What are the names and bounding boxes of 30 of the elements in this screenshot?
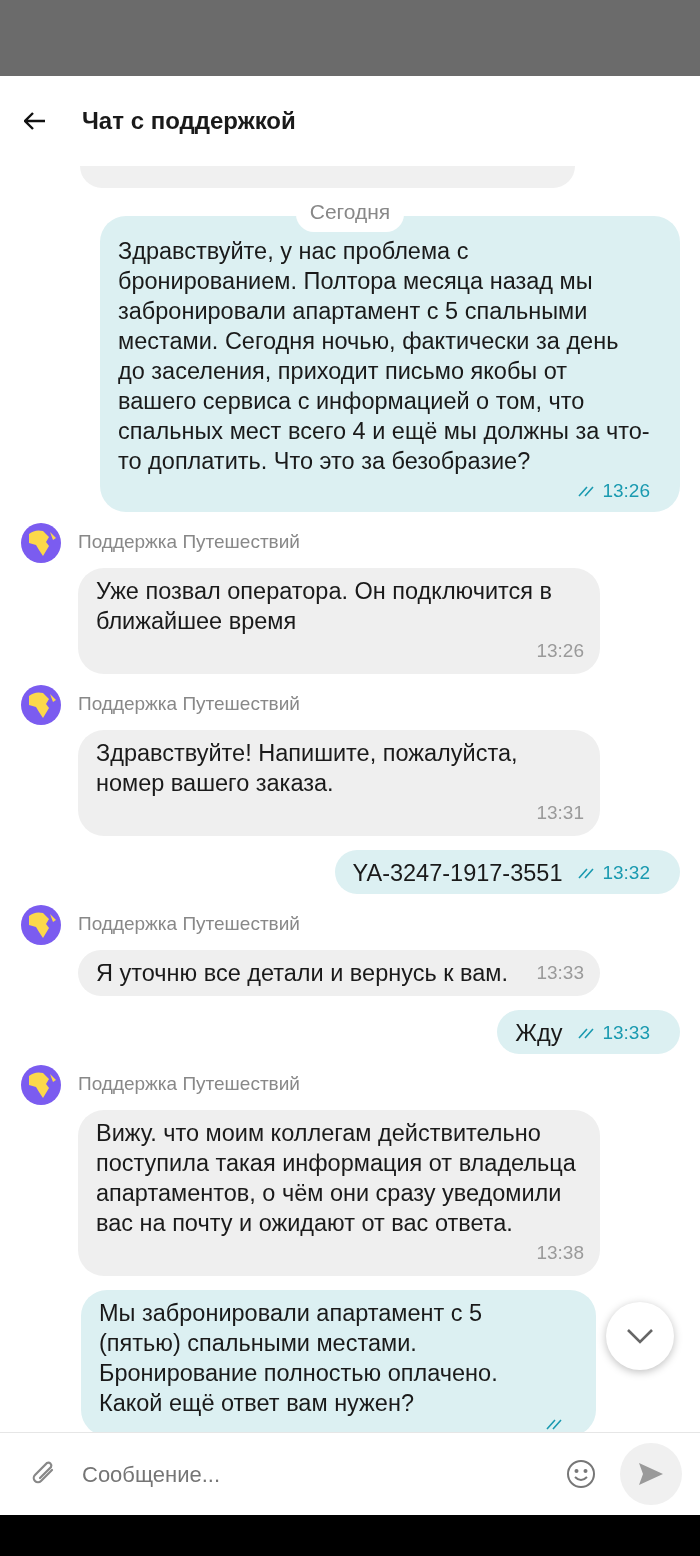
message-time: 13:31 [536, 801, 584, 823]
message-time: 13:26 [602, 478, 650, 503]
message-field[interactable]: Сообщение... [80, 1456, 566, 1492]
globe-icon [20, 903, 62, 946]
message-time: 13:33 [602, 1020, 650, 1045]
message-text: Уже позвал оператора. Он подключится в ближайшее время [96, 576, 554, 636]
scroll-down-button[interactable] [606, 1302, 674, 1370]
chat-title: Чат с поддержкой [82, 106, 296, 136]
message-time: 13:26 [536, 639, 584, 661]
message-time: 13:32 [602, 860, 650, 885]
message-text: Вижу. что моим коллегам действительно поступила такая информация от владельца апартаментов, о чём они сразу уведомили вас на почту и ожидают от вас ответа. [96, 1118, 577, 1238]
message-time: 13:38 [536, 1241, 584, 1263]
globe-icon [20, 683, 62, 726]
back-icon[interactable] [24, 112, 46, 130]
message-time: 13:33 [536, 961, 584, 983]
message-text: Мы забронировали апартамент с 5 (пятью) спальными местами. Бронирование полностью оплачено. Какой ещё ответ вам нужен? [99, 1298, 499, 1418]
message-text: Я уточню все детали и вернусь к вам. [96, 958, 508, 988]
message-text: Здравствуйте! Напишите, пожалуйста, номер вашего заказа. [96, 738, 519, 798]
message-text: Здравствуйте, у нас проблема с бронированием. Полтора месяца назад мы забронировали апартамент с 5 спальными местами. Сегодня ночью, фактически за день до заселения, приходит письмо якобы от вашего сервиса с информацией о том, что спальных мест всего 4 и ещё мы должны за что-то доплатить. Что это за безобразие? [118, 236, 650, 476]
sender-name: Поддержка Путешествий [78, 912, 300, 937]
sender-name: Поддержка Путешествий [78, 1072, 300, 1097]
sender-name: Поддержка Путешествий [78, 692, 300, 717]
chevron-down-icon [626, 1328, 654, 1344]
send-icon [638, 1462, 664, 1486]
emoji-icon[interactable] [566, 1459, 596, 1489]
message-text: YA-3247-1917-3551 [352, 858, 563, 888]
globe-icon [20, 521, 62, 564]
sender-name: Поддержка Путешествий [78, 530, 300, 555]
message-text: Жду [515, 1018, 563, 1048]
globe-icon [20, 1063, 62, 1106]
